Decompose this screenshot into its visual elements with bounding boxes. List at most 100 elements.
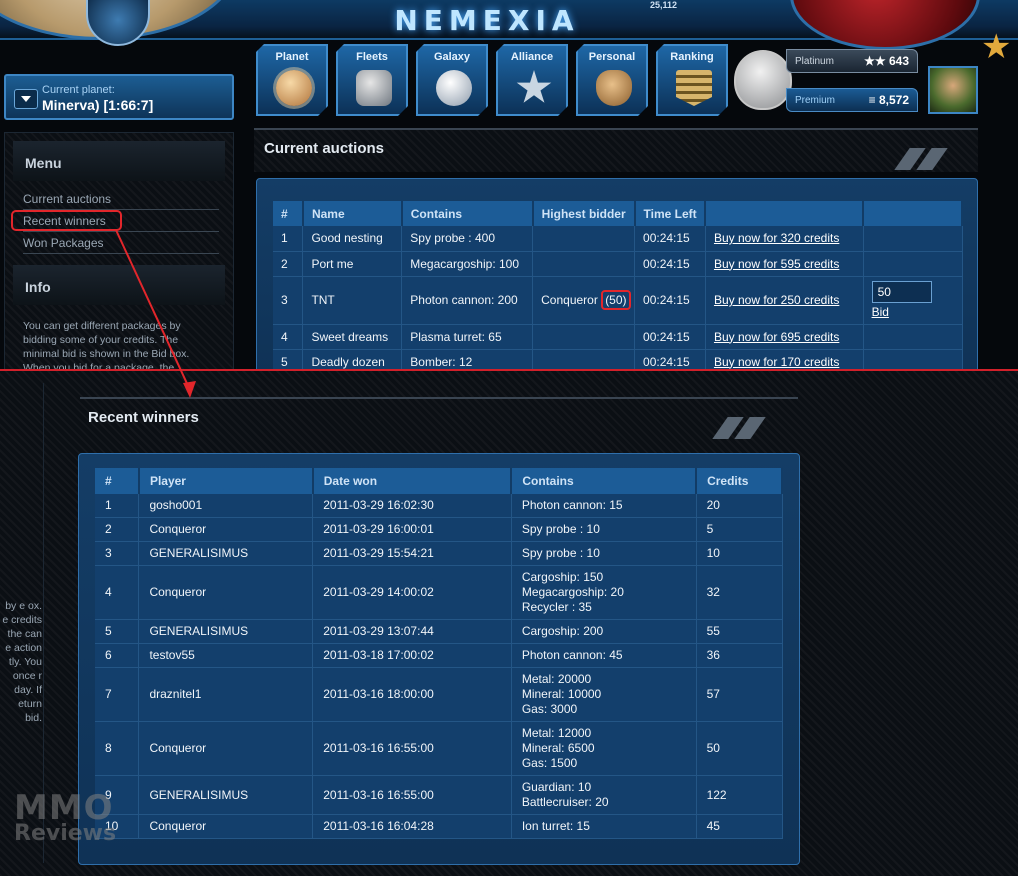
cell-contains: Guardian: 10 Battlecruiser: 20 xyxy=(511,775,697,815)
player-counter: 25,112 xyxy=(650,0,678,10)
recent-winners-table: # Player Date won Contains Credits 1 gosh… xyxy=(95,468,783,839)
cell-bidder: Conqueror (50) xyxy=(532,276,636,325)
buy-now-link[interactable]: Buy now for 320 credits xyxy=(714,231,839,245)
column-header: Highest bidder xyxy=(532,201,636,226)
premium-balance: Premium ≡ 8,572 xyxy=(786,88,918,112)
contains-line: Battlecruiser: 20 xyxy=(521,795,609,809)
cell-bid xyxy=(863,251,963,277)
column-header xyxy=(705,201,865,226)
nav-galaxy-label: Galaxy xyxy=(433,51,471,63)
column-header: # xyxy=(95,468,140,494)
cell-num: 2 xyxy=(273,251,304,277)
nav-fleets-label: Fleets xyxy=(356,51,388,63)
cell-contains: Metal: 20000 Mineral: 10000 Gas: 3000 xyxy=(511,667,697,722)
bid-amount-input[interactable] xyxy=(871,281,932,303)
cell-num: 6 xyxy=(95,643,140,668)
cell-date: 2011-03-29 16:00:01 xyxy=(312,517,512,542)
cell-num: 3 xyxy=(95,541,140,566)
buy-now-link[interactable]: Buy now for 250 credits xyxy=(714,293,839,307)
cell-contains: Photon cannon: 45 xyxy=(511,643,697,668)
top-screen: NEMEXIA 25,112 ★ Current planet: Minerva… xyxy=(0,0,1018,370)
cell-player: Conqueror xyxy=(138,517,314,542)
nav-alliance-button[interactable]: Alliance xyxy=(496,44,568,116)
buy-now-link[interactable]: Buy now for 170 credits xyxy=(714,355,839,369)
contains-line: Photon cannon: 45 xyxy=(521,648,623,662)
stars-icon: ★★ xyxy=(864,54,889,68)
page-title: Recent winners xyxy=(88,409,199,426)
table-row: 4 Conqueror 2011-03-29 14:00:02 Cargoship: … xyxy=(95,565,783,620)
contains-line: Metal: 12000 xyxy=(521,726,592,740)
sidebar-item-won-packages[interactable]: Won Packages xyxy=(23,232,219,254)
cell-time: 00:24:15 xyxy=(634,324,706,350)
nav-galaxy-button[interactable]: Galaxy xyxy=(416,44,488,116)
table-row: 1 Good nesting Spy probe : 400 00:24:15 … xyxy=(273,226,963,252)
cell-player: GENERALISIMUS xyxy=(138,541,314,566)
bottom-screen: by e ox. e credits the can e action tly.… xyxy=(0,371,1018,876)
cell-buy: Buy now for 695 credits xyxy=(705,324,864,350)
table-row: 6 testov55 2011-03-18 17:00:02 Photon canno… xyxy=(95,643,783,668)
table-row: 7 draznitel1 2011-03-16 18:00:00 Metal: 200… xyxy=(95,667,783,722)
auctions-table: # Name Contains Highest bidder Time Left… xyxy=(273,201,963,370)
winners-body: 1 gosho001 2011-03-29 16:02:30 Photon canno… xyxy=(95,494,783,839)
nav-ranking-button[interactable]: Ranking xyxy=(656,44,728,116)
table-row: 4 Sweet dreams Plasma turret: 65 00:24:1… xyxy=(273,324,963,350)
cell-contains: Megacargoship: 100 xyxy=(401,251,534,277)
buy-now-link[interactable]: Buy now for 595 credits xyxy=(714,257,839,271)
armor-icon xyxy=(596,70,632,106)
cell-date: 2011-03-16 16:04:28 xyxy=(312,814,512,839)
table-row: 8 Conqueror 2011-03-16 16:55:00 Metal: 1200… xyxy=(95,721,783,776)
cell-player: GENERALISIMUS xyxy=(138,619,314,644)
cell-name: TNT xyxy=(302,276,403,325)
column-header: Contains xyxy=(511,468,698,494)
cell-bid: Bid xyxy=(863,276,963,325)
cell-player: GENERALISIMUS xyxy=(138,775,314,815)
nav-fleets-button[interactable]: Fleets xyxy=(336,44,408,116)
contains-line: Mineral: 6500 xyxy=(521,741,595,755)
contains-line: Guardian: 10 xyxy=(521,780,592,794)
contains-line: Metal: 20000 xyxy=(521,672,592,686)
cell-date: 2011-03-29 15:54:21 xyxy=(312,541,512,566)
cell-credits: 55 xyxy=(696,619,783,644)
cell-contains: Spy probe : 10 xyxy=(511,517,697,542)
column-header: Credits xyxy=(696,468,783,494)
avatar[interactable] xyxy=(928,66,978,114)
winners-header-row: # Player Date won Contains Credits xyxy=(95,468,783,494)
alliance-star-icon xyxy=(516,70,552,106)
cell-date: 2011-03-29 14:00:02 xyxy=(312,565,512,620)
cell-bid xyxy=(863,324,963,350)
buy-now-link[interactable]: Buy now for 695 credits xyxy=(714,330,839,344)
cell-date: 2011-03-16 16:55:00 xyxy=(312,721,512,776)
cell-name: Sweet dreams xyxy=(302,324,403,350)
current-planet-value: Minerva) [1:66:7] xyxy=(42,97,154,113)
auctions-panel: # Name Contains Highest bidder Time Left… xyxy=(256,178,978,370)
cell-contains: Photon cannon: 15 xyxy=(511,494,697,518)
contains-line: Mineral: 10000 xyxy=(521,687,602,701)
cell-contains: Spy probe : 10 xyxy=(511,541,697,566)
cell-date: 2011-03-16 16:55:00 xyxy=(312,775,512,815)
nav-planet-button[interactable]: Planet xyxy=(256,44,328,116)
nav-personal-button[interactable]: Personal xyxy=(576,44,648,116)
cell-bidder xyxy=(532,226,636,252)
contains-line: Cargoship: 200 xyxy=(521,624,604,638)
bid-link[interactable]: Bid xyxy=(872,305,962,319)
cell-bid xyxy=(863,226,963,252)
planet-dropdown-toggle[interactable] xyxy=(14,89,38,109)
cell-player: gosho001 xyxy=(138,494,314,518)
shield-icon[interactable] xyxy=(734,50,792,110)
current-planet-selector[interactable]: Current planet: Minerva) [1:66:7] xyxy=(4,74,234,120)
cell-time: 00:24:15 xyxy=(634,251,706,277)
cell-contains: Cargoship: 150 Megacargoship: 20 Recycler … xyxy=(511,565,697,620)
cell-date: 2011-03-29 13:07:44 xyxy=(312,619,512,644)
planet-icon xyxy=(276,70,312,106)
cell-bidder xyxy=(532,349,636,370)
star-icon[interactable]: ★ xyxy=(981,30,1011,64)
highest-bid-highlight: (50) xyxy=(601,290,631,310)
recent-winners-header: Recent winners xyxy=(80,397,798,443)
cell-time: 00:24:15 xyxy=(634,349,706,370)
cell-num: 7 xyxy=(95,667,140,722)
cell-contains: Spy probe : 400 xyxy=(401,226,534,252)
spaceship-icon xyxy=(356,70,392,106)
sidebar-item-current-auctions[interactable]: Current auctions xyxy=(23,188,219,210)
cell-date: 2011-03-18 17:00:02 xyxy=(312,643,512,668)
nav-personal-label: Personal xyxy=(588,51,636,63)
